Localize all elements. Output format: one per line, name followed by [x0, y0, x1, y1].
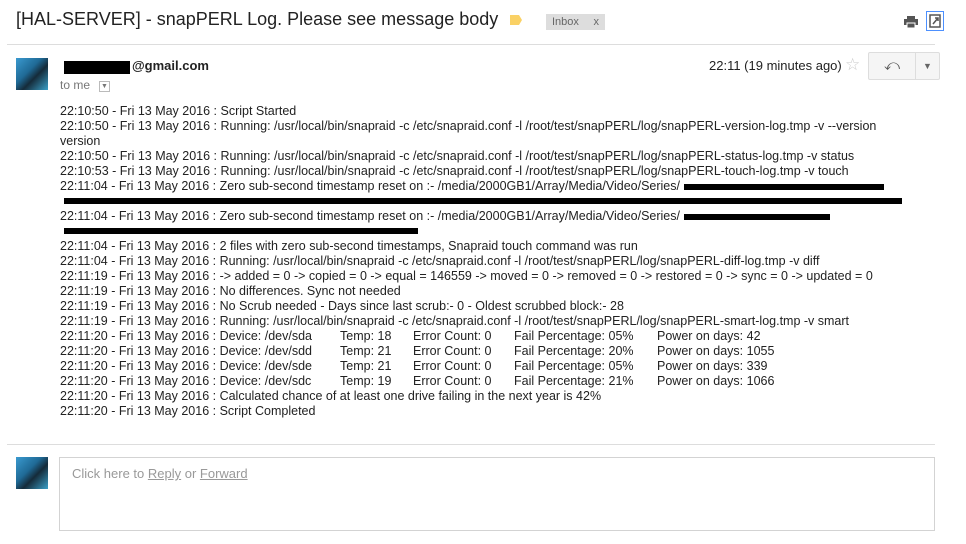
log-line: 22:10:50 - Fri 13 May 2016 : Script Star… [60, 104, 902, 119]
redacted-path [683, 213, 830, 220]
remove-label-button[interactable]: x [594, 14, 600, 30]
device-prefix: 22:11:20 - Fri 13 May 2016 : Device: /de… [60, 329, 312, 343]
device-temp: Temp: 21 [340, 359, 392, 373]
chevron-down-icon: ▼ [923, 61, 932, 71]
device-prefix: 22:11:20 - Fri 13 May 2016 : Device: /de… [60, 374, 312, 388]
device-power: Power on days: 1066 [657, 374, 775, 388]
label-icon[interactable] [510, 15, 522, 25]
inbox-label-chip[interactable]: Inbox x [546, 14, 605, 30]
device-fail: Fail Percentage: 05% [514, 359, 634, 373]
reply-icon: ⤺ [883, 57, 901, 74]
log-line: 22:11:20 - Fri 13 May 2016 : Script Comp… [60, 404, 316, 418]
star-icon[interactable]: ☆ [845, 55, 860, 75]
device-fail: Fail Percentage: 21% [514, 374, 634, 388]
log-line-text: 22:11:19 - Fri 13 May 2016 : -> added = … [60, 269, 873, 283]
sender-email[interactable]: @gmail.com [132, 58, 209, 73]
log-line-text: 22:11:04 - Fri 13 May 2016 : 2 files wit… [60, 239, 638, 253]
device-line: 22:11:20 - Fri 13 May 2016 : Device: /de… [60, 329, 902, 344]
device-temp: Temp: 21 [340, 344, 392, 358]
device-errors: Error Count: 0 [413, 374, 492, 388]
log-line: 22:11:04 - Fri 13 May 2016 : Running: /u… [60, 254, 902, 269]
log-line-text: 22:11:19 - Fri 13 May 2016 : Running: /u… [60, 314, 850, 328]
redacted-path [64, 198, 902, 204]
device-power: Power on days: 339 [657, 359, 768, 373]
log-line: 22:11:04 - Fri 13 May 2016 : Zero sub-se… [60, 179, 902, 194]
message-body: 22:10:50 - Fri 13 May 2016 : Script Star… [60, 104, 902, 419]
log-line-text: 22:11:19 - Fri 13 May 2016 : No differen… [60, 284, 401, 298]
sender-avatar[interactable] [16, 58, 48, 90]
log-line-text: 22:10:50 - Fri 13 May 2016 : Running: /u… [60, 119, 877, 148]
divider [7, 44, 935, 45]
reply-prompt-or: or [181, 466, 200, 481]
log-line-text: 22:11:04 - Fri 13 May 2016 : Zero sub-se… [60, 179, 680, 193]
device-errors: Error Count: 0 [413, 359, 492, 373]
message-time: 22:11 (19 minutes ago) [709, 58, 842, 73]
device-errors: Error Count: 0 [413, 329, 492, 343]
recipient-text: to me [60, 78, 91, 92]
log-line-text: 22:10:53 - Fri 13 May 2016 : Running: /u… [60, 164, 849, 178]
log-line: 22:11:20 - Fri 13 May 2016 : Calculated … [60, 389, 602, 403]
device-temp: Temp: 18 [340, 329, 392, 343]
log-line-text: 22:11:19 - Fri 13 May 2016 : No Scrub ne… [60, 299, 624, 313]
device-errors: Error Count: 0 [413, 344, 492, 358]
user-avatar [16, 457, 48, 489]
reply-link[interactable]: Reply [148, 466, 181, 481]
divider [7, 444, 935, 445]
popout-icon[interactable] [926, 11, 944, 31]
reply-prompt-text: Click here to [72, 466, 148, 481]
device-line: 22:11:20 - Fri 13 May 2016 : Device: /de… [60, 359, 902, 374]
log-line: 22:10:53 - Fri 13 May 2016 : Running: /u… [60, 164, 902, 179]
log-line: 22:10:50 - Fri 13 May 2016 : Running: /u… [60, 149, 902, 164]
print-icon[interactable] [904, 16, 918, 28]
log-line-text: 22:11:04 - Fri 13 May 2016 : Zero sub-se… [60, 209, 680, 223]
log-line-text: 22:11:04 - Fri 13 May 2016 : Running: /u… [60, 254, 820, 268]
log-line: 22:11:19 - Fri 13 May 2016 : Running: /u… [60, 314, 902, 329]
log-line-text: 22:10:50 - Fri 13 May 2016 : Running: /u… [60, 149, 855, 163]
device-fail: Fail Percentage: 20% [514, 344, 634, 358]
inbox-label: Inbox [552, 16, 579, 28]
log-line: 22:11:04 - Fri 13 May 2016 : 2 files wit… [60, 239, 902, 254]
redacted-path [683, 183, 884, 190]
device-prefix: 22:11:20 - Fri 13 May 2016 : Device: /de… [60, 359, 312, 373]
log-line-text: 22:10:50 - Fri 13 May 2016 : Script Star… [60, 104, 297, 118]
log-line: 22:10:50 - Fri 13 May 2016 : Running: /u… [60, 119, 902, 149]
device-power: Power on days: 42 [657, 329, 761, 343]
device-fail: Fail Percentage: 05% [514, 329, 634, 343]
show-details-dropdown[interactable]: ▼ [99, 81, 110, 92]
device-temp: Temp: 19 [340, 374, 392, 388]
redacted-path [64, 228, 418, 234]
email-subject: [HAL-SERVER] - snapPERL Log. Please see … [16, 9, 499, 29]
reply-prompt: Click here to Reply or Forward [72, 466, 248, 481]
device-line: 22:11:20 - Fri 13 May 2016 : Device: /de… [60, 374, 902, 389]
more-options-button[interactable]: ▼ [915, 52, 940, 80]
redacted-sender-name [64, 61, 130, 74]
log-line: 22:11:04 - Fri 13 May 2016 : Zero sub-se… [60, 209, 902, 224]
device-prefix: 22:11:20 - Fri 13 May 2016 : Device: /de… [60, 344, 312, 358]
log-line: 22:11:19 - Fri 13 May 2016 : No Scrub ne… [60, 299, 902, 314]
log-line: 22:11:19 - Fri 13 May 2016 : -> added = … [60, 269, 902, 284]
log-line: 22:11:19 - Fri 13 May 2016 : No differen… [60, 284, 902, 299]
device-power: Power on days: 1055 [657, 344, 775, 358]
reply-button[interactable]: ⤺ [868, 52, 916, 80]
forward-link[interactable]: Forward [200, 466, 248, 481]
device-line: 22:11:20 - Fri 13 May 2016 : Device: /de… [60, 344, 902, 359]
